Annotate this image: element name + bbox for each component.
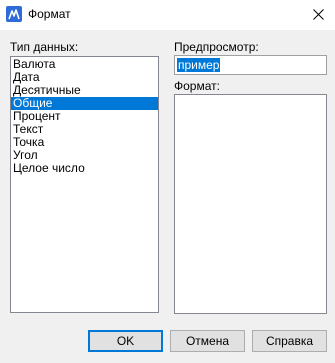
format-list[interactable] [174,94,327,314]
preview-field[interactable]: пример [174,55,327,75]
data-type-label: Тип данных: [10,40,79,54]
data-type-list[interactable]: Валюта Дата Десятичные Общие Процент Текст Точ… [10,56,159,313]
cancel-button[interactable]: Отмена [170,330,245,352]
window-title: Формат [28,7,71,21]
close-icon [313,9,324,20]
preview-value: пример [177,58,221,72]
title-bar[interactable]: Формат [0,0,335,30]
app-icon [6,6,22,22]
ok-button[interactable]: OK [88,330,163,352]
help-button[interactable]: Справка [252,330,327,352]
preview-label: Предпросмотр: [174,40,259,54]
close-button[interactable] [301,0,335,30]
list-item[interactable]: Целое число [11,162,158,175]
format-label: Формат: [174,79,220,93]
